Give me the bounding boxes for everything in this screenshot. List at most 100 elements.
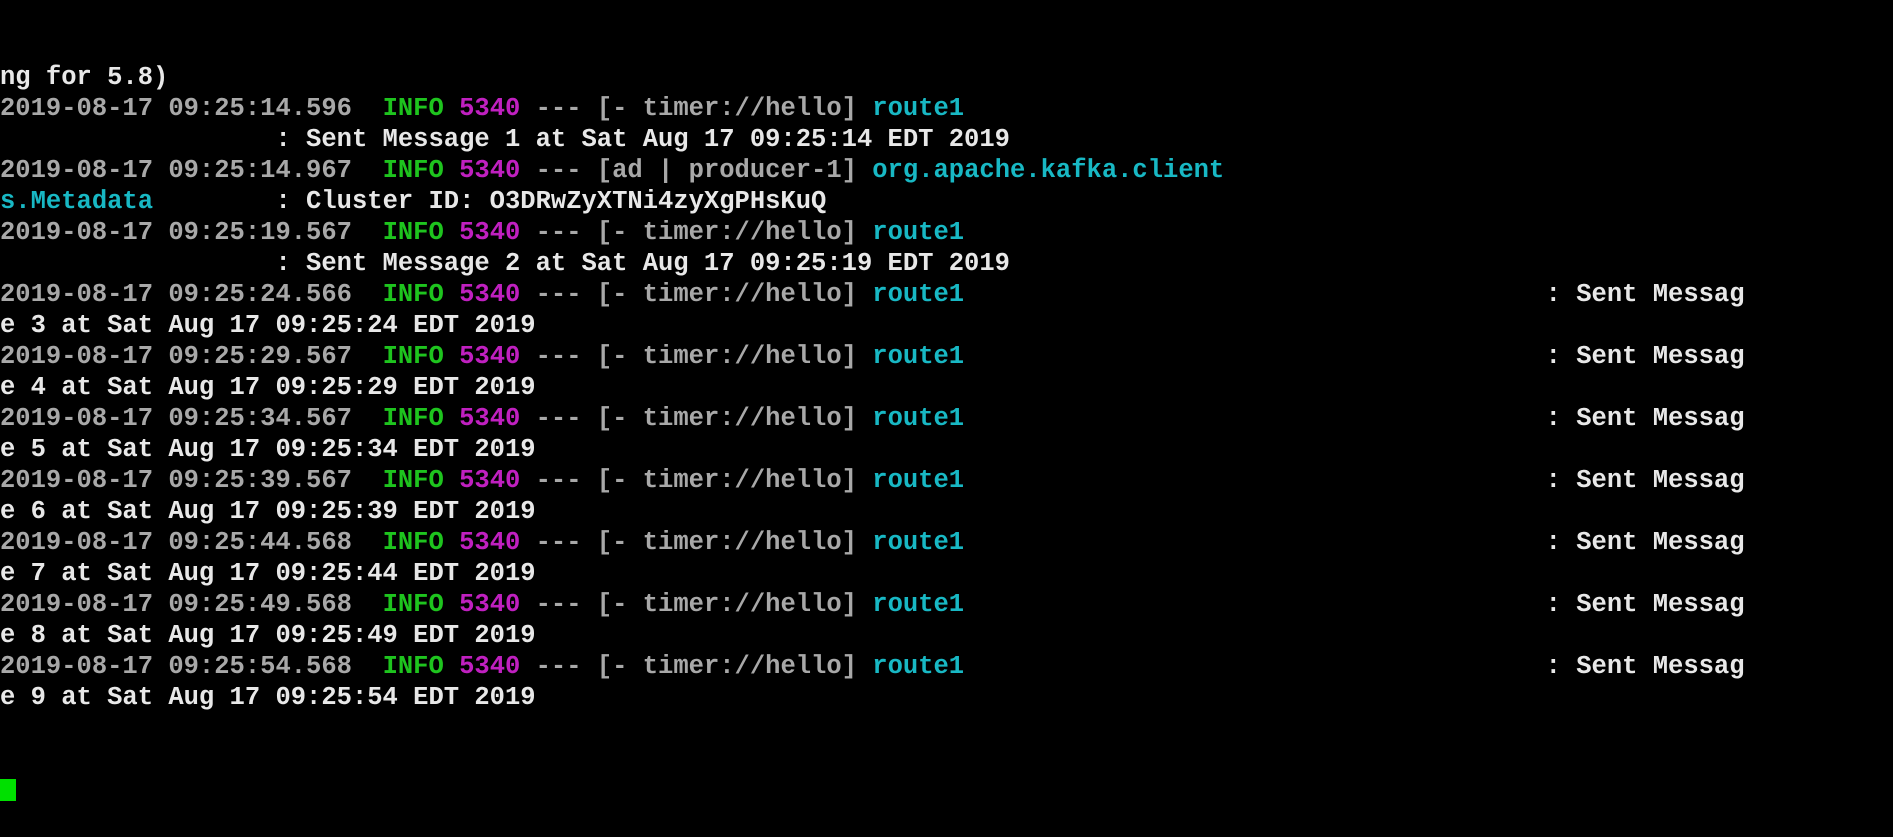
log-segment-dim (444, 590, 459, 619)
terminal-line: 2019-08-17 09:25:19.567 INFO 5340 --- [-… (0, 217, 1893, 248)
log-segment-plain: ng for 5.8) (0, 63, 169, 92)
log-segment-info: INFO (382, 652, 444, 681)
log-segment-pid: 5340 (459, 528, 521, 557)
log-segment-pid: 5340 (459, 590, 521, 619)
log-segment-plain: e 3 at Sat Aug 17 09:25:24 EDT 2019 (0, 311, 536, 340)
log-segment-plain: : Sent Messag (964, 652, 1745, 681)
terminal-line: 2019-08-17 09:25:34.567 INFO 5340 --- [-… (0, 403, 1893, 434)
log-segment-info: INFO (382, 466, 444, 495)
terminal-line: 2019-08-17 09:25:49.568 INFO 5340 --- [-… (0, 589, 1893, 620)
log-segment-info: INFO (382, 590, 444, 619)
log-segment-logger: route1 (872, 590, 965, 619)
terminal-line: : Sent Message 1 at Sat Aug 17 09:25:14 … (0, 124, 1893, 155)
log-segment-dim: 2019-08-17 09:25:44.568 (0, 528, 383, 557)
terminal-line: e 5 at Sat Aug 17 09:25:34 EDT 2019 (0, 434, 1893, 465)
log-segment-dim: --- [- timer://hello] (520, 342, 873, 371)
terminal-line: e 9 at Sat Aug 17 09:25:54 EDT 2019 (0, 682, 1893, 713)
log-segment-logger: s.Metadata (0, 187, 154, 216)
log-segment-info: INFO (382, 280, 444, 309)
log-segment-plain: e 9 at Sat Aug 17 09:25:54 EDT 2019 (0, 683, 536, 712)
log-segment-dim: 2019-08-17 09:25:34.567 (0, 404, 383, 433)
terminal-line: 2019-08-17 09:25:29.567 INFO 5340 --- [-… (0, 341, 1893, 372)
log-segment-info: INFO (382, 218, 444, 247)
log-segment-plain: : Sent Messag (964, 404, 1745, 433)
log-segment-info: INFO (382, 404, 444, 433)
log-segment-dim (444, 156, 459, 185)
log-segment-logger: route1 (872, 342, 965, 371)
terminal-line: 2019-08-17 09:25:39.567 INFO 5340 --- [-… (0, 465, 1893, 496)
log-segment-dim: --- [- timer://hello] (520, 280, 873, 309)
log-segment-dim: 2019-08-17 09:25:14.967 (0, 156, 383, 185)
log-segment-plain: e 8 at Sat Aug 17 09:25:49 EDT 2019 (0, 621, 536, 650)
log-segment-plain: : Sent Message 1 at Sat Aug 17 09:25:14 … (0, 125, 1010, 154)
log-segment-plain: : Sent Messag (964, 528, 1745, 557)
terminal-line: e 7 at Sat Aug 17 09:25:44 EDT 2019 (0, 558, 1893, 589)
log-segment-logger: route1 (872, 404, 965, 433)
log-segment-dim (444, 528, 459, 557)
log-segment-logger: route1 (872, 280, 965, 309)
log-segment-plain: e 4 at Sat Aug 17 09:25:29 EDT 2019 (0, 373, 536, 402)
log-segment-dim: 2019-08-17 09:25:54.568 (0, 652, 383, 681)
log-segment-pid: 5340 (459, 466, 521, 495)
log-segment-pid: 5340 (459, 652, 521, 681)
log-segment-dim: --- [- timer://hello] (520, 218, 873, 247)
log-segment-pid: 5340 (459, 156, 521, 185)
log-segment-dim: 2019-08-17 09:25:39.567 (0, 466, 383, 495)
log-segment-dim (444, 342, 459, 371)
log-segment-pid: 5340 (459, 280, 521, 309)
terminal-window[interactable]: ng for 5.8) 2019-08-17 09:25:14.596 INFO … (0, 0, 1893, 801)
log-segment-logger: route1 (872, 652, 965, 681)
log-segment-plain: : Sent Messag (964, 342, 1745, 371)
log-segment-plain: e 7 at Sat Aug 17 09:25:44 EDT 2019 (0, 559, 536, 588)
log-segment-dim (444, 218, 459, 247)
log-segment-dim (444, 94, 459, 123)
terminal-line: 2019-08-17 09:25:24.566 INFO 5340 --- [-… (0, 279, 1893, 310)
terminal-line: ng for 5.8) (0, 62, 1893, 93)
log-segment-dim: --- [ad | producer-1] (520, 156, 873, 185)
terminal-line: : Sent Message 2 at Sat Aug 17 09:25:19 … (0, 248, 1893, 279)
log-segment-dim: 2019-08-17 09:25:29.567 (0, 342, 383, 371)
log-segment-dim: 2019-08-17 09:25:24.566 (0, 280, 383, 309)
log-segment-logger: route1 (872, 528, 965, 557)
log-segment-info: INFO (382, 94, 444, 123)
log-segment-dim (444, 280, 459, 309)
terminal-cursor (0, 779, 16, 801)
log-segment-dim: --- [- timer://hello] (520, 590, 873, 619)
log-segment-plain: : Sent Message 2 at Sat Aug 17 09:25:19 … (0, 249, 1010, 278)
log-segment-plain: e 5 at Sat Aug 17 09:25:34 EDT 2019 (0, 435, 536, 464)
terminal-line: 2019-08-17 09:25:44.568 INFO 5340 --- [-… (0, 527, 1893, 558)
log-segment-plain: : Sent Messag (964, 280, 1745, 309)
log-segment-dim: 2019-08-17 09:25:14.596 (0, 94, 383, 123)
log-segment-pid: 5340 (459, 218, 521, 247)
log-segment-logger: org.apache.kafka.client (872, 156, 1225, 185)
log-segment-info: INFO (382, 528, 444, 557)
log-segment-dim: 2019-08-17 09:25:19.567 (0, 218, 383, 247)
log-segment-dim: --- [- timer://hello] (520, 652, 873, 681)
log-segment-logger: route1 (872, 94, 965, 123)
log-segment-logger: route1 (872, 466, 965, 495)
terminal-prompt-line[interactable] (0, 775, 1893, 806)
log-segment-pid: 5340 (459, 342, 521, 371)
terminal-line: 2019-08-17 09:25:14.596 INFO 5340 --- [-… (0, 93, 1893, 124)
log-segment-dim: --- [- timer://hello] (520, 94, 873, 123)
log-segment-plain: : Cluster ID: O3DRwZyXTNi4zyXgPHsKuQ (153, 187, 827, 216)
log-segment-logger: route1 (872, 218, 965, 247)
log-segment-dim: 2019-08-17 09:25:49.568 (0, 590, 383, 619)
terminal-line: s.Metadata : Cluster ID: O3DRwZyXTNi4zyX… (0, 186, 1893, 217)
log-segment-dim (444, 466, 459, 495)
log-segment-pid: 5340 (459, 404, 521, 433)
log-segment-info: INFO (382, 342, 444, 371)
terminal-line: e 6 at Sat Aug 17 09:25:39 EDT 2019 (0, 496, 1893, 527)
log-segment-dim: --- [- timer://hello] (520, 528, 873, 557)
log-segment-dim: --- [- timer://hello] (520, 404, 873, 433)
log-segment-dim: --- [- timer://hello] (520, 466, 873, 495)
log-segment-plain: : Sent Messag (964, 466, 1745, 495)
terminal-line: e 4 at Sat Aug 17 09:25:29 EDT 2019 (0, 372, 1893, 403)
log-segment-plain: : Sent Messag (964, 590, 1745, 619)
log-segment-info: INFO (382, 156, 444, 185)
log-segment-plain: e 6 at Sat Aug 17 09:25:39 EDT 2019 (0, 497, 536, 526)
terminal-line: e 3 at Sat Aug 17 09:25:24 EDT 2019 (0, 310, 1893, 341)
terminal-line: 2019-08-17 09:25:54.568 INFO 5340 --- [-… (0, 651, 1893, 682)
terminal-line: e 8 at Sat Aug 17 09:25:49 EDT 2019 (0, 620, 1893, 651)
terminal-output: ng for 5.8) 2019-08-17 09:25:14.596 INFO … (0, 62, 1893, 713)
